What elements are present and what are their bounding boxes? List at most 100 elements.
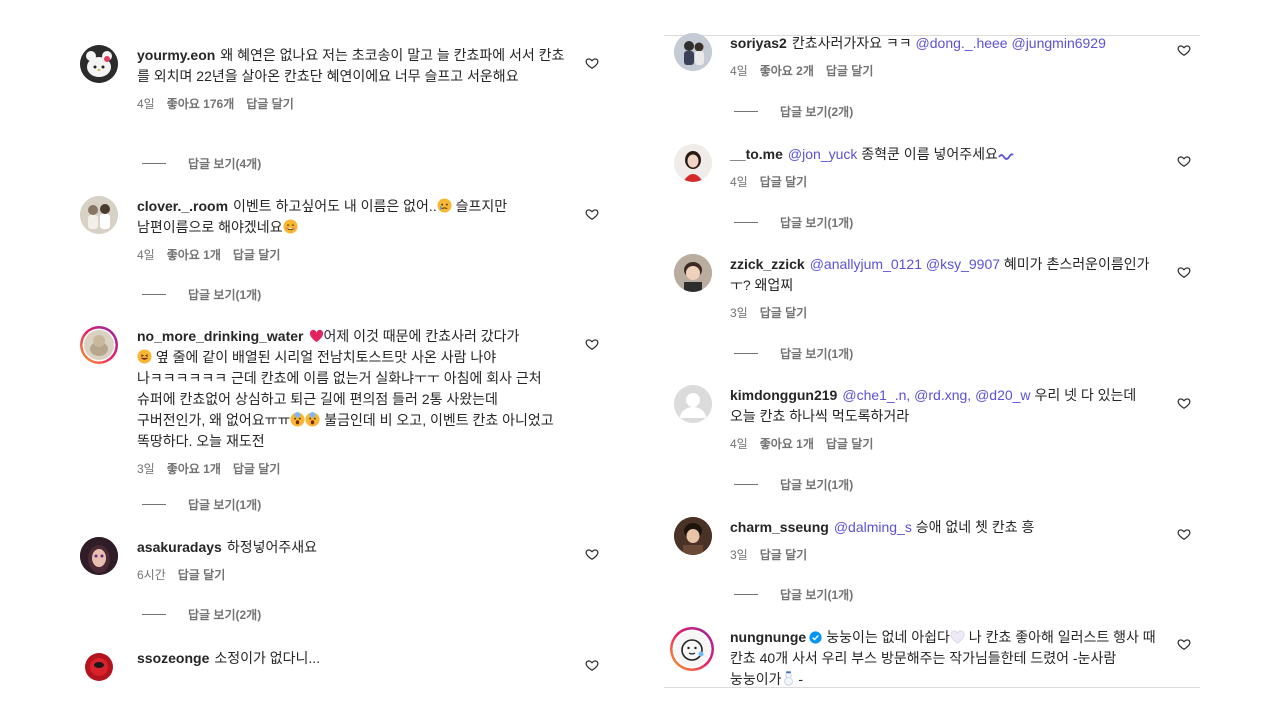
heart-emoji-icon <box>309 329 323 343</box>
comment-username[interactable]: soriyas2 <box>730 35 787 51</box>
heart-icon[interactable] <box>1177 527 1191 541</box>
reply-button[interactable]: 답글 달기 <box>246 95 294 111</box>
comment-mentions[interactable]: @che1_.n, @rd.xng, @d20_w <box>842 387 1030 403</box>
avatar[interactable] <box>674 517 712 555</box>
comment-mentions[interactable]: @dong._.heee @jungmin6929 <box>916 35 1106 51</box>
comment-body-continued: - <box>794 671 804 687</box>
comment-username[interactable]: nungnunge <box>730 629 806 645</box>
comment-text: yourmy.eon 왜 혜연은 없나요 저는 초코송이 말고 늘 칸쵸파에 서서… <box>137 45 567 87</box>
view-replies-label: 답글 보기(1개) <box>780 347 854 361</box>
heart-icon[interactable] <box>585 337 599 351</box>
comment-likes[interactable]: 좋아요 2개 <box>760 62 814 78</box>
comment-likes[interactable]: 좋아요 1개 <box>167 246 221 262</box>
comment-username[interactable]: kimdonggun219 <box>730 387 837 403</box>
comment-likes[interactable]: 좋아요 1개 <box>760 435 814 451</box>
comment-meta: 4일 좋아요 1개 답글 달기 <box>730 435 1160 451</box>
reply-line-divider <box>142 614 166 615</box>
comment-mention[interactable]: @dalming_s <box>834 519 912 535</box>
comment-username[interactable]: yourmy.eon <box>137 47 215 63</box>
comment-body: 이벤트 하고싶어도 내 이름은 없어.. <box>233 198 437 214</box>
comment-meta: 4일 좋아요 1개 답글 달기 <box>137 246 567 262</box>
view-replies-button[interactable]: 답글 보기(2개) <box>142 606 261 623</box>
avatar[interactable] <box>674 33 712 71</box>
view-replies-button[interactable]: 답글 보기(4개) <box>142 155 261 172</box>
reply-button[interactable]: 답글 달기 <box>233 460 281 476</box>
heart-icon[interactable] <box>1177 265 1191 279</box>
avatar[interactable] <box>80 648 118 686</box>
comment-username[interactable]: __to.me <box>730 146 783 162</box>
comment-text: kimdonggun219 @che1_.n, @rd.xng, @d20_w 우… <box>730 385 1160 427</box>
view-replies-label: 답글 보기(1개) <box>188 498 262 512</box>
reply-button[interactable]: 답글 달기 <box>826 62 874 78</box>
view-replies-button[interactable]: 답글 보기(2개) <box>734 103 853 120</box>
view-replies-button[interactable]: 답글 보기(1개) <box>734 345 853 362</box>
heart-icon[interactable] <box>585 56 599 70</box>
comment-body: 칸쵸사러가자요 ㅋㅋ <box>791 35 912 51</box>
view-replies-label: 답글 보기(2개) <box>188 608 262 622</box>
heart-icon[interactable] <box>1177 43 1191 57</box>
comment-body: 승애 없네 쳇 칸쵸 흥 <box>915 519 1035 535</box>
comment-likes[interactable]: 좋아요 1개 <box>167 460 221 476</box>
avatar[interactable] <box>80 537 118 575</box>
avatar[interactable] <box>674 385 712 423</box>
comment-mention[interactable]: @jon_yuck <box>788 146 857 162</box>
heart-icon[interactable] <box>1177 396 1191 410</box>
avatar[interactable] <box>80 196 118 234</box>
snowman-emoji-icon <box>783 671 793 686</box>
reply-line-divider <box>142 504 166 505</box>
comment-text: clover._.room 이벤트 하고싶어도 내 이름은 없어.. 슬프지만 남… <box>137 196 567 238</box>
comment-time: 3일 <box>137 462 155 476</box>
reply-button[interactable]: 답글 달기 <box>760 304 808 320</box>
view-replies-button[interactable]: 답글 보기(1개) <box>734 476 853 493</box>
screaming-face-emoji-icon <box>305 412 320 427</box>
view-replies-button[interactable]: 답글 보기(1개) <box>734 214 853 231</box>
comment-username[interactable]: no_more_drinking_water <box>137 328 304 344</box>
comment-username[interactable]: zzick_zzick <box>730 256 805 272</box>
comment-time: 3일 <box>730 306 748 320</box>
comment-time: 6시간 <box>137 568 166 582</box>
heart-icon[interactable] <box>585 547 599 561</box>
comment-username[interactable]: asakuradays <box>137 539 222 555</box>
reply-line-divider <box>142 294 166 295</box>
comment-username[interactable]: charm_sseung <box>730 519 829 535</box>
reply-button[interactable]: 답글 달기 <box>760 173 808 189</box>
view-replies-label: 답글 보기(1개) <box>780 216 854 230</box>
heart-icon[interactable] <box>585 658 599 672</box>
reply-button[interactable]: 답글 달기 <box>826 435 874 451</box>
comment-text: charm_sseung @dalming_s 승애 없네 쳇 칸쵸 흥 <box>730 517 1160 538</box>
reply-line-divider <box>142 163 166 164</box>
reply-button[interactable]: 답글 달기 <box>760 546 808 562</box>
heart-icon[interactable] <box>585 207 599 221</box>
avatar[interactable] <box>670 627 714 671</box>
view-replies-button[interactable]: 답글 보기(1개) <box>734 586 853 603</box>
avatar[interactable] <box>80 326 118 364</box>
screaming-face-emoji-icon <box>290 412 305 427</box>
view-replies-button[interactable]: 답글 보기(1개) <box>142 496 261 513</box>
crying-face-emoji-icon <box>437 198 452 213</box>
reply-button[interactable]: 답글 달기 <box>178 566 226 582</box>
comment-text: no_more_drinking_water 어제 이것 때문에 칸쵸사러 갔다가… <box>137 326 567 452</box>
wavy-dash-emoji-icon <box>998 153 1014 160</box>
comment-username[interactable]: ssozeonge <box>137 650 209 666</box>
view-replies-label: 답글 보기(1개) <box>780 588 854 602</box>
reply-button[interactable]: 답글 달기 <box>233 246 281 262</box>
comment-time: 4일 <box>137 97 155 111</box>
heart-icon[interactable] <box>1177 154 1191 168</box>
view-replies-button[interactable]: 답글 보기(1개) <box>142 286 261 303</box>
avatar[interactable] <box>80 45 118 83</box>
comment-time: 4일 <box>137 248 155 262</box>
avatar[interactable] <box>674 254 712 292</box>
avatar[interactable] <box>674 144 712 182</box>
reply-line-divider <box>734 222 758 223</box>
comment-username[interactable]: clover._.room <box>137 198 228 214</box>
comment-likes[interactable]: 좋아요 176개 <box>167 95 235 111</box>
white-heart-emoji-icon <box>950 630 965 644</box>
comment-time: 4일 <box>730 175 748 189</box>
view-replies-label: 답글 보기(1개) <box>780 478 854 492</box>
smiling-face-emoji-icon <box>283 219 298 234</box>
comment-mentions[interactable]: @anallyjum_0121 @ksy_9907 <box>810 256 1000 272</box>
comment-time: 4일 <box>730 64 748 78</box>
heart-icon[interactable] <box>1177 637 1191 651</box>
comment-time: 4일 <box>730 437 748 451</box>
reply-line-divider <box>734 353 758 354</box>
